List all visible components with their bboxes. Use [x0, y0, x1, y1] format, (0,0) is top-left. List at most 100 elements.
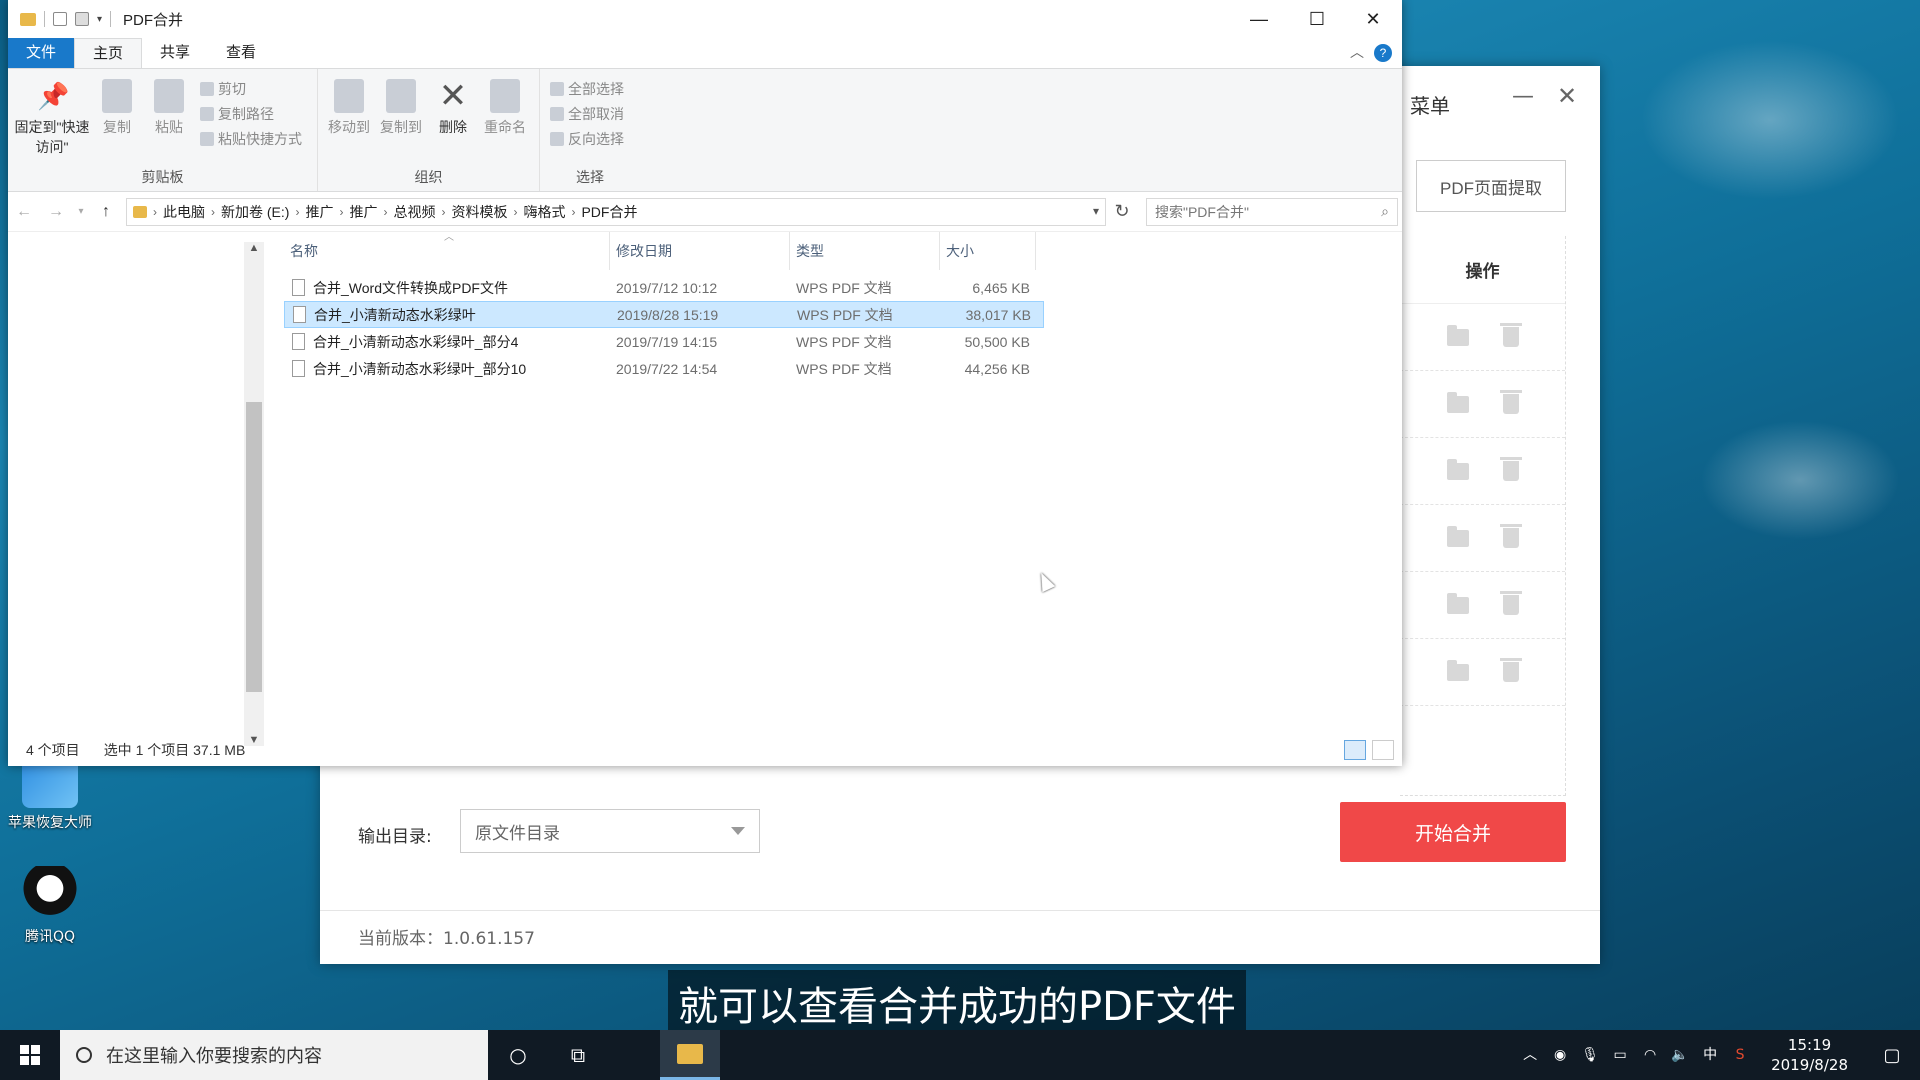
file-row[interactable]: 合并_Word文件转换成PDF文件 2019/7/12 10:12 WPS PD…	[284, 274, 1044, 301]
breadcrumb-item[interactable]: 推广	[305, 202, 333, 222]
select-none-button[interactable]: 全部取消	[550, 104, 624, 124]
task-view-icon[interactable]: ⧉	[548, 1030, 608, 1080]
back-arrow-icon[interactable]: ←	[8, 203, 40, 221]
chevron-right-icon[interactable]: ›	[571, 205, 575, 219]
minimize-button[interactable]: —	[1230, 0, 1288, 38]
operations-panel: 操作	[1400, 236, 1566, 796]
breadcrumb-item[interactable]: PDF合并	[581, 202, 637, 222]
breadcrumb-item[interactable]: 总视频	[393, 202, 435, 222]
close-button[interactable]: ✕	[1344, 0, 1402, 38]
microphone-icon[interactable]: 🎙	[1581, 1046, 1599, 1064]
forward-arrow-icon[interactable]: →	[40, 203, 72, 221]
recent-locations-chevron-icon[interactable]: ▾	[72, 206, 90, 217]
tab-view[interactable]: 查看	[208, 38, 274, 68]
sogou-input-icon[interactable]: S	[1731, 1046, 1749, 1064]
search-input[interactable]: 搜索"PDF合并" ⌕	[1146, 197, 1398, 226]
address-dropdown-icon[interactable]: ▾	[1093, 204, 1099, 218]
scroll-up-icon[interactable]: ▲	[244, 242, 264, 254]
folder-icon[interactable]	[1446, 592, 1469, 614]
clock-time: 15:19	[1787, 1036, 1832, 1054]
ime-indicator[interactable]: 中	[1701, 1046, 1719, 1064]
network-icon[interactable]: ◠	[1641, 1046, 1659, 1064]
cut-button[interactable]: 剪切	[200, 79, 302, 99]
minimize-button[interactable]: —	[1508, 84, 1538, 114]
chevron-right-icon[interactable]: ›	[153, 205, 157, 219]
pdf-page-extract-button[interactable]: PDF页面提取	[1416, 160, 1566, 212]
file-date: 2019/7/12 10:12	[616, 279, 718, 296]
file-row-selected[interactable]: 合并_小清新动态水彩绿叶 2019/8/28 15:19 WPS PDF 文档 …	[284, 301, 1044, 328]
up-arrow-icon[interactable]: ↑	[90, 203, 122, 221]
desktop-icon-qq[interactable]: 腾讯QQ	[0, 866, 100, 946]
tab-home[interactable]: 主页	[74, 38, 143, 68]
water-highlight	[1700, 420, 1900, 540]
help-icon[interactable]: ?	[1374, 44, 1392, 62]
breadcrumb-item[interactable]: 推广	[349, 202, 377, 222]
file-type: WPS PDF 文档	[796, 360, 892, 377]
chevron-right-icon[interactable]: ›	[295, 205, 299, 219]
file-type: WPS PDF 文档	[796, 279, 892, 296]
breadcrumb-item[interactable]: 新加卷 (E:)	[221, 202, 289, 222]
folder-icon[interactable]	[1446, 659, 1469, 681]
quick-access-toolbar: ▾	[8, 11, 112, 27]
tab-share[interactable]: 共享	[142, 38, 208, 68]
maximize-button[interactable]: ☐	[1288, 0, 1346, 38]
copy-icon	[102, 79, 132, 113]
clock[interactable]: 15:19 2019/8/28	[1761, 1035, 1858, 1075]
customize-chevron-icon[interactable]: ▾	[97, 14, 102, 25]
breadcrumb-item[interactable]: 嗨格式	[523, 202, 565, 222]
chevron-right-icon[interactable]: ›	[513, 205, 517, 219]
tab-file[interactable]: 文件	[8, 38, 75, 68]
volume-icon[interactable]: 🔈	[1671, 1046, 1689, 1064]
column-header-size[interactable]: 大小	[940, 231, 1036, 270]
browser-icon[interactable]: ◉	[1551, 1046, 1569, 1064]
chevron-right-icon[interactable]: ›	[339, 205, 343, 219]
folder-icon[interactable]	[1446, 525, 1469, 547]
chevron-right-icon[interactable]: ›	[383, 205, 387, 219]
close-button[interactable]: ✕	[1552, 82, 1582, 112]
taskbar-search-input[interactable]: 在这里输入你要搜索的内容	[60, 1030, 488, 1080]
taskbar-file-explorer[interactable]	[660, 1030, 720, 1080]
folder-icon[interactable]	[1446, 391, 1469, 413]
trash-icon[interactable]	[1499, 390, 1522, 414]
invert-selection-button[interactable]: 反向选择	[550, 129, 624, 149]
battery-icon[interactable]: ▭	[1611, 1046, 1629, 1064]
show-hidden-icons-chevron-icon[interactable]: ︿	[1521, 1046, 1539, 1064]
select-all-button[interactable]: 全部选择	[550, 79, 624, 99]
paste-shortcut-button[interactable]: 粘贴快捷方式	[200, 129, 302, 149]
start-merge-button[interactable]: 开始合并	[1340, 802, 1566, 862]
water-highlight	[1640, 40, 1900, 200]
scroll-thumb[interactable]	[246, 402, 262, 692]
properties-icon[interactable]	[53, 12, 67, 26]
start-button[interactable]	[0, 1030, 60, 1080]
system-tray: ︿ ◉ 🎙 ▭ ◠ 🔈 中 S 15:19 2019/8/28 ▢	[1521, 1035, 1920, 1075]
breadcrumb-item[interactable]: 资料模板	[451, 202, 507, 222]
copy-path-button[interactable]: 复制路径	[200, 104, 302, 124]
nav-scrollbar[interactable]: ▲ ▼	[244, 242, 264, 746]
chevron-right-icon[interactable]: ›	[211, 205, 215, 219]
file-row[interactable]: 合并_小清新动态水彩绿叶_部分10 2019/7/22 14:54 WPS PD…	[284, 355, 1044, 382]
column-header-type[interactable]: 类型	[790, 231, 940, 270]
output-dir-select[interactable]: 原文件目录	[460, 809, 760, 853]
collapse-ribbon-icon[interactable]: ︿	[1350, 42, 1364, 62]
new-folder-icon[interactable]	[75, 12, 89, 26]
large-icons-view-icon[interactable]	[1372, 740, 1394, 760]
column-header-date[interactable]: 修改日期	[610, 231, 790, 270]
trash-icon[interactable]	[1499, 591, 1522, 615]
folder-icon[interactable]	[1446, 458, 1469, 480]
trash-icon[interactable]	[1499, 457, 1522, 481]
trash-icon[interactable]	[1499, 323, 1522, 347]
breadcrumb-item[interactable]: 此电脑	[163, 202, 205, 222]
address-bar[interactable]: › 此电脑 › 新加卷 (E:) › 推广 › 推广 › 总视频 › 资料模板 › 嗨格式 ›…	[126, 197, 1106, 226]
separator	[110, 11, 112, 27]
trash-icon[interactable]	[1499, 658, 1522, 682]
search-icon: ⌕	[1381, 203, 1389, 219]
notification-center-icon[interactable]: ▢	[1870, 1045, 1914, 1066]
taskbar: 在这里输入你要搜索的内容 ○ ⧉ ︿ ◉ 🎙 ▭ ◠ 🔈 中 S 15:19 2…	[0, 1030, 1920, 1080]
file-row[interactable]: 合并_小清新动态水彩绿叶_部分4 2019/7/19 14:15 WPS PDF…	[284, 328, 1044, 355]
refresh-icon[interactable]: ↻	[1106, 201, 1138, 222]
trash-icon[interactable]	[1499, 524, 1522, 548]
cortana-icon[interactable]: ○	[488, 1030, 548, 1080]
details-view-icon[interactable]	[1344, 740, 1366, 760]
chevron-right-icon[interactable]: ›	[441, 205, 445, 219]
folder-icon[interactable]	[1446, 324, 1469, 346]
